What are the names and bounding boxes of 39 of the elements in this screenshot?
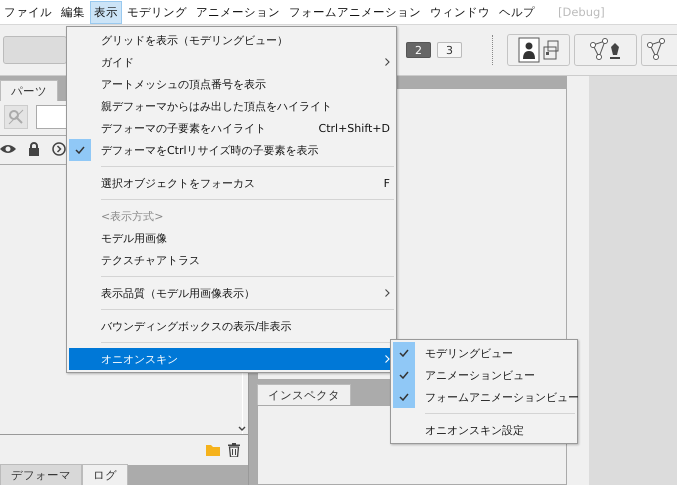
menu-item[interactable]: バウンディングボックスの表示/非表示 <box>91 315 394 337</box>
toolbar-field[interactable] <box>3 36 67 64</box>
chevron-circle-icon[interactable] <box>52 142 66 156</box>
mesh-auto-button[interactable] <box>641 34 677 66</box>
page-button[interactable]: 2 <box>406 42 431 58</box>
page-button[interactable]: 3 <box>437 42 462 58</box>
menu-item[interactable]: テクスチャアトラス <box>91 249 394 271</box>
menu-item[interactable]: アートメッシュの頂点番号を表示 <box>91 73 394 95</box>
menu-item[interactable]: モデル用画像 <box>91 227 394 249</box>
panel-tab[interactable]: デフォーマ <box>0 464 82 485</box>
menu-bar-item[interactable]: アニメーション <box>192 0 284 24</box>
view-mode-button[interactable] <box>507 34 570 66</box>
menu-item[interactable]: アニメーションビュー <box>415 364 575 386</box>
menu-bar-item[interactable]: ヘルプ <box>495 0 539 24</box>
menu-item[interactable]: モデリングビュー <box>415 342 575 364</box>
menu-bar-item[interactable]: 編集 <box>57 0 89 24</box>
scroll-down-icon[interactable] <box>238 426 246 432</box>
menu-item[interactable]: デフォーマをCtrlリサイズ時の子要素を表示 <box>91 139 394 161</box>
menu-bar-item[interactable]: ファイル <box>0 0 56 24</box>
menu-bar-item[interactable]: フォームアニメーション <box>285 0 425 24</box>
trash-icon[interactable] <box>228 443 240 457</box>
menu-item[interactable]: グリッドを表示（モデリングビュー） <box>91 29 394 51</box>
menu-bar-item[interactable]: モデリング <box>123 0 191 24</box>
panel-tab[interactable]: インスペクタ <box>257 384 351 405</box>
menu-bar-item[interactable]: 表示 <box>90 0 122 24</box>
menu-item[interactable]: オニオンスキン設定 <box>415 419 575 441</box>
menu-section-label: <表示方式> <box>100 208 164 224</box>
lock-icon[interactable] <box>28 142 40 156</box>
menu-item[interactable]: フォームアニメーションビュー <box>415 386 583 408</box>
panel-tab[interactable]: パーツ <box>0 80 58 101</box>
menu-item[interactable]: デフォーマの子要素をハイライト Ctrl+Shift+D <box>91 117 394 139</box>
panel-tab[interactable]: ログ <box>82 464 128 485</box>
menu-item[interactable]: ガイド <box>91 51 394 73</box>
mesh-pen-button[interactable] <box>574 34 637 66</box>
menu-item[interactable]: 選択オブジェクトをフォーカス F <box>91 172 394 194</box>
menu-item[interactable]: 親デフォーマからはみ出した頂点をハイライト <box>91 95 394 117</box>
eye-icon[interactable] <box>0 144 16 154</box>
menu-item[interactable]: 表示品質（モデル用画像表示） <box>91 282 394 304</box>
menu-bar-item[interactable]: ウィンドウ <box>426 0 494 24</box>
